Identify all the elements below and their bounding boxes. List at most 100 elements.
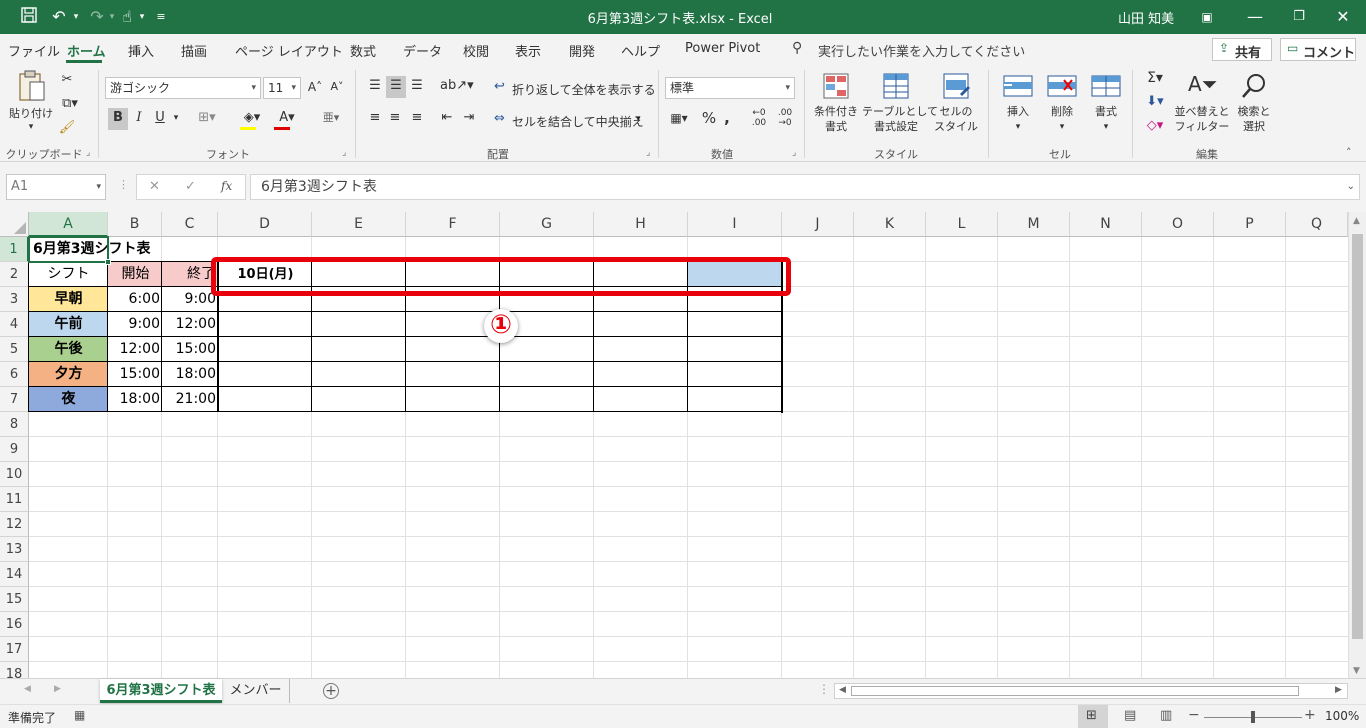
accounting-format-icon[interactable]: ▦▾	[664, 108, 694, 128]
cell-c7[interactable]: 21:00	[163, 387, 216, 412]
increase-indent-icon[interactable]: ⇥	[460, 108, 478, 128]
cell-a6[interactable]: 夕方	[29, 362, 108, 387]
row-header-1[interactable]: 1	[0, 237, 29, 262]
zoom-in-icon[interactable]: +	[1304, 707, 1316, 723]
decrease-decimal-icon[interactable]: .00 →0	[774, 108, 796, 128]
cell-c3[interactable]: 9:00	[163, 287, 216, 312]
italic-button[interactable]: I	[130, 108, 148, 128]
horizontal-scroll-thumb[interactable]	[851, 686, 1299, 696]
delete-cells-button[interactable]: 削除 ▾	[1040, 70, 1084, 140]
row-header-11[interactable]: 11	[0, 487, 29, 512]
tab-page-layout[interactable]: ページ レイアウト	[235, 41, 343, 60]
row-header-16[interactable]: 16	[0, 612, 29, 637]
expand-formula-icon[interactable]: ⌄	[1347, 175, 1355, 199]
undo-icon[interactable]: ↶	[48, 6, 70, 28]
cell-a7[interactable]: 夜	[29, 387, 108, 412]
cell-b4[interactable]: 9:00	[109, 312, 160, 337]
insert-cells-button[interactable]: 挿入 ▾	[996, 70, 1040, 140]
insert-function-icon[interactable]: fx	[221, 179, 232, 193]
orientation-icon[interactable]: ab↗▾	[440, 76, 474, 96]
scroll-right-icon[interactable]: ▶	[1335, 685, 1342, 695]
align-top-icon[interactable]: ☰	[366, 76, 384, 96]
number-format-dropdown[interactable]: 標準 ▾	[665, 77, 795, 99]
collapse-ribbon-icon[interactable]: ˄	[1346, 146, 1352, 159]
decrease-indent-icon[interactable]: ⇤	[438, 108, 456, 128]
paste-button[interactable]: 貼り付け ▾	[8, 70, 54, 136]
column-header-m[interactable]: M	[998, 212, 1070, 237]
font-launcher-icon[interactable]: ⌟	[342, 148, 346, 158]
column-header-i[interactable]: I	[688, 212, 782, 237]
row-header-2[interactable]: 2	[0, 262, 29, 287]
page-break-view-icon[interactable]: ▥	[1160, 708, 1172, 723]
bold-button[interactable]: B	[108, 108, 128, 130]
clipboard-launcher-icon[interactable]: ⌟	[86, 148, 90, 158]
alignment-launcher-icon[interactable]: ⌟	[646, 148, 650, 158]
number-launcher-icon[interactable]: ⌟	[792, 148, 796, 158]
column-header-g[interactable]: G	[500, 212, 594, 237]
zoom-level[interactable]: 100%	[1325, 709, 1359, 723]
cut-icon[interactable]: ✂	[58, 70, 76, 90]
touch-dropdown-icon[interactable]: ▾	[136, 6, 148, 28]
normal-view-button[interactable]: ⊞	[1078, 705, 1108, 728]
underline-dropdown-icon[interactable]: ▾	[170, 108, 182, 128]
column-header-j[interactable]: J	[782, 212, 854, 237]
tab-view[interactable]: 表示	[515, 41, 541, 60]
font-size-dropdown[interactable]: 11 ▾	[263, 77, 301, 99]
enter-icon[interactable]: ✓	[185, 179, 196, 194]
column-header-b[interactable]: B	[108, 212, 162, 237]
column-header-l[interactable]: L	[926, 212, 998, 237]
cell-styles-button[interactable]: セルの スタイル	[930, 70, 982, 140]
macro-record-icon[interactable]: ▦	[74, 708, 85, 722]
user-name[interactable]: 山田 知美	[1118, 8, 1174, 27]
tab-power-pivot[interactable]: Power Pivot	[685, 41, 760, 56]
find-select-button[interactable]: 検索と 選択	[1232, 70, 1276, 140]
font-color-icon[interactable]: A▾	[272, 108, 302, 128]
tab-developer[interactable]: 開発	[569, 41, 595, 60]
select-all-button[interactable]	[0, 212, 29, 237]
cell-c2[interactable]: 終了	[163, 262, 217, 287]
column-header-h[interactable]: H	[594, 212, 688, 237]
cell-b6[interactable]: 15:00	[109, 362, 160, 387]
tab-split-icon[interactable]: ⋮	[818, 682, 830, 696]
row-header-5[interactable]: 5	[0, 337, 29, 362]
column-header-a[interactable]: A	[29, 212, 108, 237]
vertical-scrollbar[interactable]: ▲ ▼	[1348, 212, 1366, 678]
align-middle-icon[interactable]: ☰	[386, 76, 406, 98]
row-header-18[interactable]: 18	[0, 662, 29, 678]
row-header-9[interactable]: 9	[0, 437, 29, 462]
cancel-icon[interactable]: ✕	[149, 179, 160, 194]
row-header-13[interactable]: 13	[0, 537, 29, 562]
scroll-down-icon[interactable]: ▼	[1353, 666, 1360, 676]
format-as-table-button[interactable]: テーブルとして 書式設定	[862, 70, 938, 140]
comment-button[interactable]: ▭ コメント	[1280, 38, 1356, 61]
row-header-8[interactable]: 8	[0, 412, 29, 437]
conditional-formatting-button[interactable]: 条件付き 書式	[810, 70, 862, 140]
undo-dropdown-icon[interactable]: ▾	[70, 6, 82, 28]
restore-icon[interactable]: ❐	[1284, 6, 1314, 28]
cell-d2[interactable]: 10日(月)	[219, 262, 312, 287]
align-center-icon[interactable]: ≡	[386, 108, 404, 128]
cell-a2[interactable]: シフト	[29, 262, 108, 287]
tab-home[interactable]: ホーム	[67, 41, 106, 60]
border-icon[interactable]: ⊞▾	[192, 108, 222, 128]
decrease-font-icon[interactable]: A˅	[328, 77, 346, 97]
sheet-tab-active[interactable]: 6月第3週シフト表	[100, 679, 222, 703]
fill-icon[interactable]: ⬇▾	[1140, 92, 1170, 112]
row-header-10[interactable]: 10	[0, 462, 29, 487]
next-sheet-icon[interactable]: ▶	[54, 684, 61, 694]
column-header-c[interactable]: C	[162, 212, 218, 237]
prev-sheet-icon[interactable]: ◀	[24, 684, 31, 694]
tab-formulas[interactable]: 数式	[350, 41, 376, 60]
customize-qat-icon[interactable]: ≡	[154, 6, 168, 28]
font-name-dropdown[interactable]: 游ゴシック ▾	[105, 77, 261, 99]
row-header-14[interactable]: 14	[0, 562, 29, 587]
ribbon-display-icon[interactable]: ▣	[1196, 6, 1218, 28]
row-header-15[interactable]: 15	[0, 587, 29, 612]
formula-input[interactable]: 6月第3週シフト表 ⌄	[250, 174, 1360, 200]
row-header-6[interactable]: 6	[0, 362, 29, 387]
autosum-icon[interactable]: Σ▾	[1140, 68, 1170, 88]
scroll-up-icon[interactable]: ▲	[1353, 216, 1360, 226]
cell-b7[interactable]: 18:00	[109, 387, 160, 412]
phonetic-icon[interactable]: 亜▾	[316, 108, 346, 128]
increase-decimal-icon[interactable]: ←0.00	[748, 108, 770, 128]
